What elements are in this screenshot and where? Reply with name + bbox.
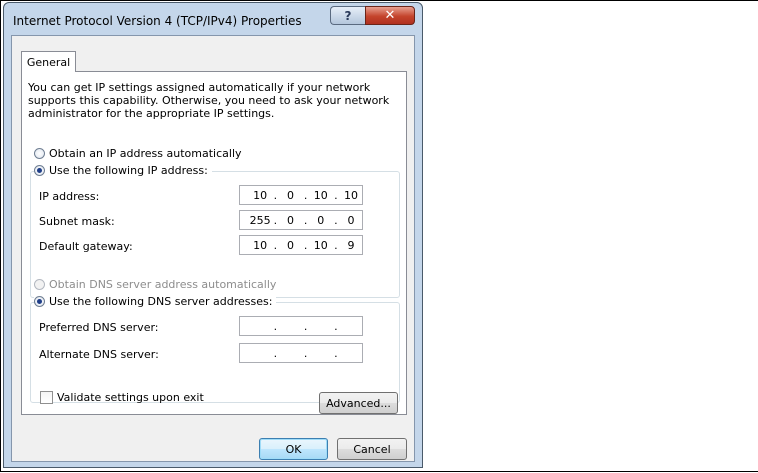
gateway-octet-3: 10 <box>313 238 328 252</box>
subnet-mask-label: Subnet mask: <box>39 215 115 228</box>
use-following-dns-radio[interactable] <box>34 296 45 307</box>
use-following-dns-label: Use the following DNS server addresses: <box>49 295 273 308</box>
ip-octet-3: 10 <box>313 188 328 202</box>
validate-settings-label: Validate settings upon exit <box>57 391 204 404</box>
screenshot-border-top <box>0 0 758 1</box>
tab-general-label: General <box>26 55 71 69</box>
use-following-ip-option[interactable]: Use the following IP address: <box>34 164 212 177</box>
ip-address-input[interactable]: 10. 0. 10. 10 <box>239 185 363 205</box>
obtain-dns-auto-label: Obtain DNS server address automatically <box>49 278 277 291</box>
validate-settings-option[interactable]: Validate settings upon exit <box>40 391 204 404</box>
mask-octet-3: 0 <box>317 213 325 227</box>
use-following-ip-label: Use the following IP address: <box>49 164 208 177</box>
general-tab-panel: You can get IP settings assigned automat… <box>21 71 407 415</box>
ok-button[interactable]: OK <box>259 438 328 460</box>
advanced-button[interactable]: Advanced... <box>319 392 398 414</box>
ip-octet-2: 0 <box>286 188 294 202</box>
screenshot-border-left <box>0 0 1 472</box>
ipv4-properties-dialog: Internet Protocol Version 4 (TCP/IPv4) P… <box>3 2 423 468</box>
use-following-ip-radio[interactable] <box>34 165 45 176</box>
screenshot-border-bottom <box>0 471 758 472</box>
caption-buttons: ? ✕ <box>330 6 415 25</box>
preferred-dns-input[interactable]: . . . <box>239 316 363 336</box>
ip-octet-4: 10 <box>343 188 358 202</box>
close-icon: ✕ <box>384 8 396 23</box>
obtain-ip-auto-label: Obtain an IP address automatically <box>49 147 242 160</box>
validate-settings-checkbox[interactable] <box>40 391 53 404</box>
title-bar[interactable]: Internet Protocol Version 4 (TCP/IPv4) P… <box>4 3 422 37</box>
ip-octet-1: 10 <box>253 188 268 202</box>
preferred-dns-label: Preferred DNS server: <box>39 321 159 334</box>
obtain-dns-auto-option[interactable]: Obtain DNS server address automatically <box>34 278 276 291</box>
mask-octet-1: 255 <box>249 213 271 227</box>
advanced-button-label: Advanced... <box>326 396 391 410</box>
description-text: You can get IP settings assigned automat… <box>28 81 390 120</box>
close-button[interactable]: ✕ <box>365 6 415 25</box>
use-following-dns-option[interactable]: Use the following DNS server addresses: <box>34 295 277 308</box>
default-gateway-label: Default gateway: <box>39 240 133 253</box>
mask-octet-2: 0 <box>286 213 294 227</box>
obtain-dns-auto-radio[interactable] <box>34 279 45 290</box>
ip-address-label: IP address: <box>39 190 100 203</box>
mask-octet-4: 0 <box>347 213 355 227</box>
gateway-octet-4: 9 <box>347 238 355 252</box>
cancel-button[interactable]: Cancel <box>337 438 407 460</box>
alternate-dns-input[interactable]: . . . <box>239 343 363 363</box>
gateway-octet-1: 10 <box>253 238 268 252</box>
default-gateway-input[interactable]: 10. 0. 10. 9 <box>239 235 363 255</box>
cancel-button-label: Cancel <box>353 442 391 456</box>
subnet-mask-input[interactable]: 255. 0. 0. 0 <box>239 210 363 230</box>
dialog-client-area: General You can get IP settings assigned… <box>11 35 415 462</box>
obtain-ip-auto-radio[interactable] <box>34 148 45 159</box>
help-button[interactable]: ? <box>330 6 365 25</box>
alternate-dns-label: Alternate DNS server: <box>39 348 159 361</box>
window-title: Internet Protocol Version 4 (TCP/IPv4) P… <box>13 14 302 28</box>
gateway-octet-2: 0 <box>286 238 294 252</box>
tab-general[interactable]: General <box>21 51 76 72</box>
ok-button-label: OK <box>285 442 302 456</box>
obtain-ip-auto-option[interactable]: Obtain an IP address automatically <box>34 147 242 160</box>
help-icon: ? <box>344 8 352 23</box>
